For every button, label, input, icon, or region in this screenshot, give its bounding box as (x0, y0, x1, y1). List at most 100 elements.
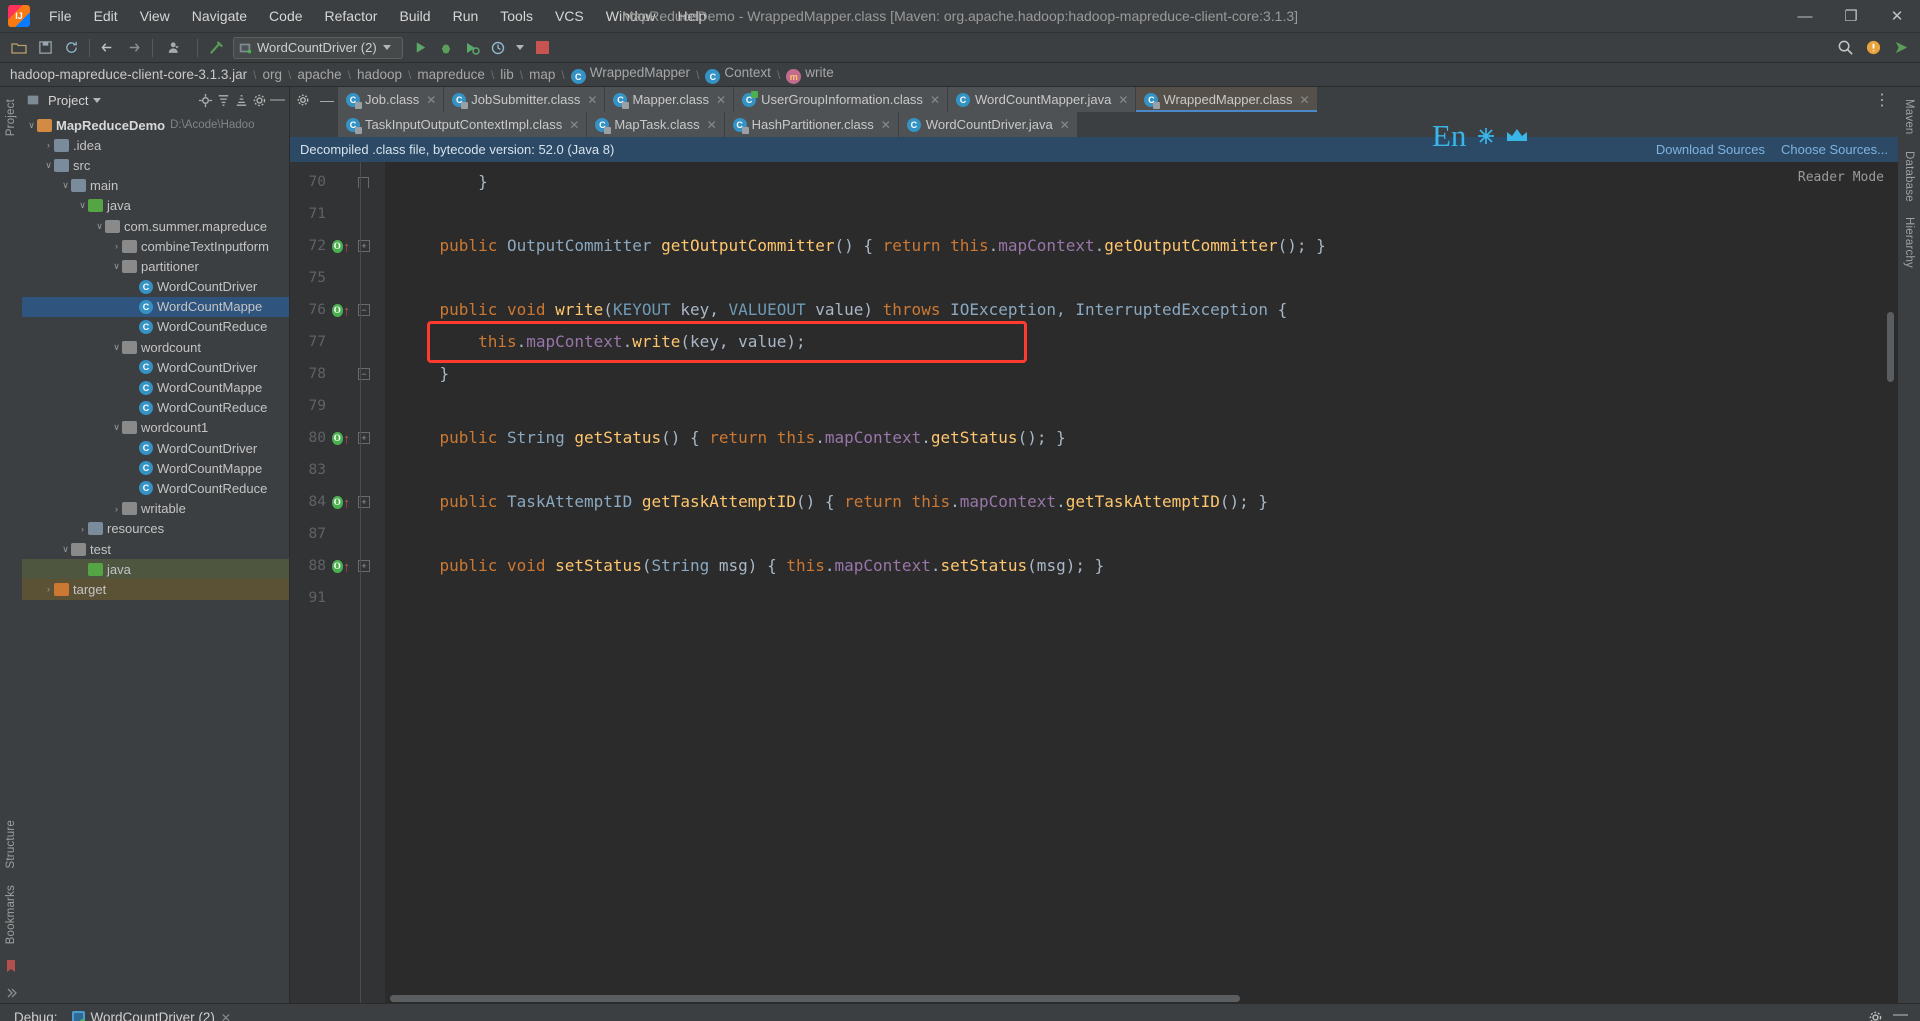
gutter-line[interactable]: 87 (290, 518, 385, 550)
hide-panel-icon[interactable]: — (270, 92, 285, 107)
gutter-marker-area[interactable]: O ↑ (332, 303, 350, 318)
build-hammer-icon[interactable] (203, 36, 229, 60)
debug-settings-gear-icon[interactable] (1868, 1010, 1883, 1021)
editor-tab[interactable]: C JobSubmitter.class ✕ (444, 87, 606, 112)
breadcrumb-item-lib[interactable]: lib (500, 67, 514, 82)
gutter-line[interactable]: 79 (290, 390, 385, 422)
close-tab-icon[interactable]: ✕ (881, 118, 891, 132)
reader-mode-label[interactable]: Reader Mode (1798, 170, 1884, 185)
tree-row-root[interactable]: ∨ MapReduceDemo D:\Acode\Hadoo (22, 115, 289, 135)
tree-expand-arrow[interactable]: ∨ (111, 342, 122, 353)
close-tab-icon[interactable]: ✕ (707, 118, 717, 132)
sidebar-item-bookmarks[interactable]: Bookmarks (5, 877, 17, 952)
tree-row[interactable]: C WordCountDriver (22, 438, 289, 458)
editor-tab[interactable]: C UserGroupInformation.class ✕ (734, 87, 948, 112)
menu-view[interactable]: View (129, 4, 181, 28)
gutter-line[interactable]: 75 (290, 262, 385, 294)
expand-rail-icon[interactable] (5, 987, 17, 999)
tree-row[interactable]: ∨ java (22, 196, 289, 216)
close-tab-icon[interactable]: ✕ (1300, 93, 1310, 107)
minimize-button[interactable]: — (1782, 0, 1828, 33)
gutter-marker-area[interactable]: O ↑ (332, 431, 350, 446)
debug-session-tab[interactable]: WordCountDriver (2) ✕ (68, 1006, 239, 1021)
breadcrumb-item-hadoop[interactable]: hadoop (357, 67, 402, 82)
tree-row[interactable]: C WordCountReduce (22, 398, 289, 418)
breadcrumb-item-map[interactable]: map (529, 67, 555, 82)
profiler-icon[interactable] (485, 36, 511, 60)
sidebar-item-maven[interactable]: Maven (1903, 91, 1915, 143)
tree-arrow-root[interactable]: ∨ (26, 120, 37, 131)
close-tab-icon[interactable]: ✕ (569, 118, 579, 132)
code-line[interactable] (385, 454, 1898, 486)
open-folder-icon[interactable] (6, 36, 32, 60)
code-line[interactable]: public TaskAttemptID getTaskAttemptID() … (385, 486, 1898, 518)
code-line[interactable] (385, 390, 1898, 422)
tree-row[interactable]: ∨ src (22, 155, 289, 175)
editor-tab[interactable]: C TaskInputOutputContextImpl.class ✕ (338, 112, 588, 137)
code-line[interactable]: public void write(KEYOUT key, VALUEOUT v… (385, 294, 1898, 326)
gutter-line[interactable]: 88 O ↑ + (290, 550, 385, 582)
expand-all-icon[interactable] (216, 93, 231, 108)
download-sources-link[interactable]: Download Sources (1656, 142, 1765, 157)
code-line[interactable]: } (385, 358, 1898, 390)
tree-row[interactable]: › .idea (22, 135, 289, 155)
editor-tab[interactable]: C Job.class ✕ (338, 87, 445, 112)
tree-expand-arrow[interactable]: › (77, 524, 88, 534)
locate-icon[interactable] (198, 93, 213, 108)
tree-expand-arrow[interactable]: › (43, 140, 54, 150)
search-icon[interactable] (1832, 36, 1858, 60)
tree-row[interactable]: C WordCountDriver (22, 277, 289, 297)
tree-expand-arrow[interactable]: ∨ (60, 544, 71, 555)
code-line[interactable] (385, 198, 1898, 230)
gutter-line[interactable]: 80 O ↑ + (290, 422, 385, 454)
code-line[interactable]: public OutputCommitter getOutputCommitte… (385, 230, 1898, 262)
override-marker-icon[interactable]: O (332, 495, 343, 509)
tree-row[interactable]: ∨ wordcount1 (22, 418, 289, 438)
tree-row[interactable]: ∨ main (22, 176, 289, 196)
tree-expand-arrow[interactable]: ∨ (77, 200, 88, 211)
sidebar-item-hierarchy[interactable]: Hierarchy (1903, 209, 1915, 276)
sidebar-item-project[interactable]: Project (5, 91, 17, 144)
menu-build[interactable]: Build (388, 4, 441, 28)
tree-expand-arrow[interactable]: ∨ (43, 160, 54, 171)
editor-tab[interactable]: C HashPartitioner.class ✕ (724, 112, 899, 137)
gutter-line[interactable]: 71 (290, 198, 385, 230)
tree-row[interactable]: C WordCountMappe (22, 458, 289, 478)
override-marker-icon[interactable]: O (332, 239, 343, 253)
tree-row[interactable]: › writable (22, 499, 289, 519)
menu-refactor[interactable]: Refactor (314, 4, 389, 28)
code-line[interactable]: public String getStatus() { return this.… (385, 422, 1898, 454)
close-tab-icon[interactable]: ✕ (587, 93, 597, 107)
tree-expand-arrow[interactable]: ∨ (111, 422, 122, 433)
code-line[interactable] (385, 262, 1898, 294)
close-session-icon[interactable]: ✕ (221, 1011, 231, 1021)
gutter-line[interactable]: 77 (290, 326, 385, 358)
menu-tools[interactable]: Tools (489, 4, 544, 28)
gutter-line[interactable]: 78− (290, 358, 385, 390)
gutter-marker-area[interactable]: O ↑ (332, 239, 350, 254)
code-line[interactable] (385, 518, 1898, 550)
save-icon[interactable] (32, 36, 58, 60)
settings-gear-icon[interactable] (252, 93, 267, 108)
code-line[interactable] (385, 582, 1898, 614)
editor-tabs-overflow[interactable]: ⋮ (1874, 87, 1898, 112)
editor-tab[interactable]: C WrappedMapper.class ✕ (1136, 87, 1318, 112)
menu-navigate[interactable]: Navigate (181, 4, 258, 28)
menu-vcs[interactable]: VCS (544, 4, 595, 28)
menu-run[interactable]: Run (442, 4, 490, 28)
menu-code[interactable]: Code (258, 4, 313, 28)
breadcrumb-member-write[interactable]: m write (786, 65, 834, 85)
editor-tabs-settings-icon[interactable] (290, 87, 316, 112)
implements-arrow-icon[interactable]: ↑ (344, 431, 351, 446)
breadcrumb-item-apache[interactable]: apache (297, 67, 341, 82)
feedback-icon[interactable] (1888, 36, 1914, 60)
editor-tab[interactable]: C WordCountDriver.java ✕ (898, 112, 1078, 137)
tree-row[interactable]: ∨ com.summer.mapreduce (22, 216, 289, 236)
editor-horizontal-scrollbar[interactable] (290, 994, 1898, 1003)
project-tree[interactable]: ∨ MapReduceDemo D:\Acode\Hadoo › .idea ∨ sr… (22, 113, 289, 1003)
tree-expand-arrow[interactable]: › (111, 241, 122, 251)
tree-row[interactable]: C WordCountMappe (22, 296, 289, 317)
menu-file[interactable]: File (38, 4, 83, 28)
tree-expand-arrow[interactable]: ∨ (111, 261, 122, 272)
debug-icon[interactable] (433, 36, 459, 60)
